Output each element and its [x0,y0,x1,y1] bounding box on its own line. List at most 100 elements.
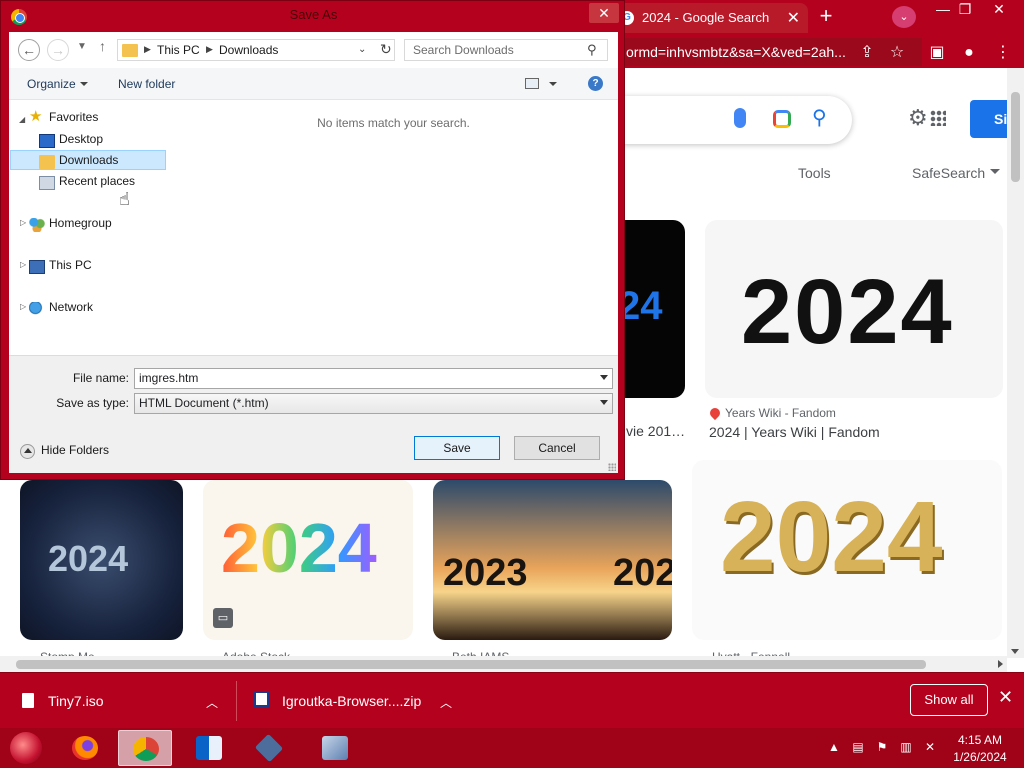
tree-item-network[interactable]: Network [49,297,93,317]
tab-close-icon[interactable]: ✕ [787,8,800,28]
save-button[interactable]: Save [414,436,500,460]
result-image[interactable]: 2024 [20,480,183,640]
star-icon[interactable]: ☆ [886,42,908,64]
result-image[interactable]: 2024 [692,460,1002,640]
chevron-down-icon[interactable] [80,82,88,86]
up-icon[interactable]: ↑ [99,38,106,54]
safesearch-button[interactable]: SafeSearch [912,165,985,181]
file-name-value[interactable]: imgres.htm [139,371,198,385]
address-bar[interactable]: ▶ This PC ▶ Downloads ⌄ ↻ [117,39,395,61]
search-icon[interactable]: ⚲ [587,42,597,58]
result-image[interactable]: 2024 ▭ [203,480,413,640]
result-title[interactable]: vie 201… [626,423,685,439]
gear-icon[interactable]: ⚙ [908,106,932,130]
tab-google-search[interactable]: G 2024 - Google Search ✕ [612,3,808,33]
chrome-icon [133,737,159,761]
chevron-down-icon[interactable]: ⌄ [358,44,366,55]
clock-time[interactable]: 4:15 AM [950,733,1010,747]
outlook-icon [196,736,222,760]
taskbar-app-tiny7[interactable] [308,730,362,766]
scroll-down-icon[interactable] [1011,649,1019,654]
volume-muted-icon[interactable]: ✕ [922,740,938,754]
chevron-up-icon[interactable] [20,444,35,459]
back-button[interactable]: ← [18,39,40,61]
taskbar-app-outlook[interactable] [182,730,236,766]
breadcrumb-separator-icon[interactable]: ▶ [144,44,151,55]
organize-button[interactable]: Organize [27,77,76,91]
tab-search-button[interactable]: ⌄ [892,6,916,28]
taskbar-app-firefox[interactable] [58,730,112,766]
collapse-icon[interactable]: ◢ [19,115,25,124]
taskbar-app-virtualbox[interactable] [242,730,296,766]
breadcrumb-separator-icon[interactable]: ▶ [206,44,213,55]
save-as-type-value[interactable]: HTML Document (*.htm) [139,396,269,410]
mic-icon[interactable] [734,108,746,128]
resize-grip-icon[interactable] [608,463,616,471]
chevron-down-icon[interactable] [600,375,608,380]
share-icon[interactable]: ⇪ [856,42,878,64]
window-close-button[interactable]: ✕ [984,0,1014,18]
chevron-down-icon[interactable] [549,82,557,86]
dialog-close-button[interactable]: ✕ [589,3,619,23]
close-icon[interactable]: ✕ [998,687,1013,708]
chevron-down-icon[interactable] [600,400,608,405]
fandom-favicon-icon [707,405,723,421]
profile-icon[interactable]: ● [958,42,980,64]
result-source[interactable]: Years Wiki - Fandom [725,406,836,420]
chevron-up-icon[interactable]: ︿ [440,694,452,711]
show-all-button[interactable]: Show all [910,684,988,716]
scrollbar-thumb[interactable] [1011,92,1020,182]
help-icon[interactable]: ? [588,76,603,91]
search-icon[interactable]: ⚲ [812,108,832,128]
tools-button[interactable]: Tools [798,165,831,181]
clock-date[interactable]: 1/26/2024 [950,750,1010,764]
maximize-button[interactable]: ❐ [950,0,980,18]
result-image[interactable]: 2024 [705,220,1003,398]
expand-icon[interactable]: ▷ [20,302,26,311]
download-item[interactable]: Igroutka-Browser....zip [282,681,421,721]
network-icon[interactable]: ▥ [898,740,914,754]
search-input[interactable]: Search Downloads [404,39,608,61]
horizontal-scrollbar[interactable] [0,656,1007,672]
refresh-icon[interactable]: ↻ [380,41,392,58]
expand-icon[interactable]: ▷ [20,260,26,269]
breadcrumb-this-pc[interactable]: This PC [157,43,200,57]
flag-icon[interactable]: ⚑ [874,740,890,754]
file-list-pane[interactable]: No items match your search. [169,101,618,355]
this-pc-icon [29,260,45,274]
taskbar-app-chrome[interactable] [118,730,172,766]
apps-grid-icon[interactable] [930,110,946,126]
tray-display-icon[interactable]: ▤ [850,740,866,754]
menu-icon[interactable]: ⋮ [992,42,1014,64]
change-view-icon[interactable] [525,78,539,89]
breadcrumb-downloads[interactable]: Downloads [219,43,278,57]
new-folder-button[interactable]: New folder [118,77,175,91]
tree-item-recent-places[interactable]: Recent places [59,171,135,191]
tree-item-favorites[interactable]: Favorites [49,107,98,127]
forward-button[interactable]: → [47,39,69,61]
downloads-bar: Tiny7.iso ︿ Igroutka-Browser....zip ︿ Sh… [0,672,1024,728]
chevron-up-icon[interactable]: ︿ [206,694,218,711]
start-button[interactable] [10,732,42,764]
file-name-field[interactable]: imgres.htm [134,368,613,389]
recent-locations-icon[interactable]: ▼ [77,41,87,52]
tree-item-desktop[interactable]: Desktop [59,129,103,149]
scroll-right-icon[interactable] [998,660,1003,668]
result-title[interactable]: 2024 | Years Wiki | Fandom [709,424,880,440]
hide-folders-button[interactable]: Hide Folders [41,443,109,457]
sidebar-icon[interactable]: ▣ [926,42,948,64]
google-lens-icon[interactable] [773,110,791,128]
new-tab-button[interactable]: + [816,5,836,27]
tree-item-downloads[interactable]: Downloads [59,150,118,170]
tray-overflow-icon[interactable]: ▲ [826,740,842,754]
tree-item-this-pc[interactable]: This PC [49,255,92,275]
vertical-scrollbar[interactable] [1007,68,1024,658]
save-as-type-select[interactable]: HTML Document (*.htm) [134,393,613,414]
expand-icon[interactable]: ▷ [20,218,26,227]
tree-item-homegroup[interactable]: Homegroup [49,213,112,233]
cancel-button[interactable]: Cancel [514,436,600,460]
result-image[interactable]: 2023 202 [433,480,672,640]
download-item[interactable]: Tiny7.iso [48,681,104,721]
zip-file-icon [254,691,269,707]
scrollbar-thumb[interactable] [16,660,926,669]
